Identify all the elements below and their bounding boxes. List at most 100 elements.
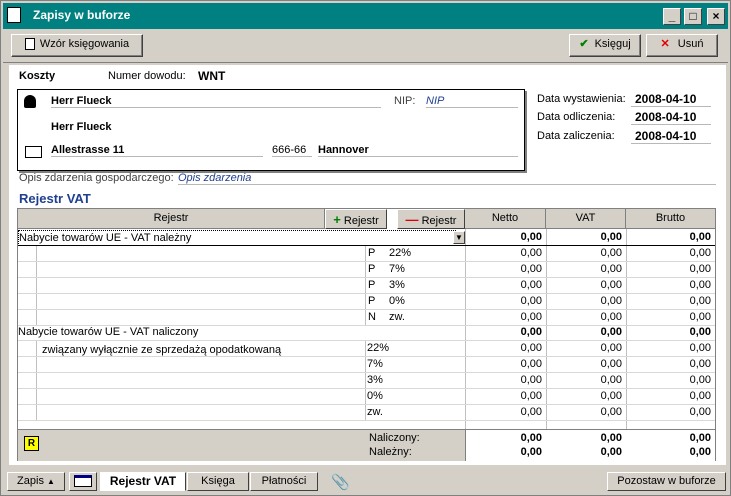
rate-cell: 3% xyxy=(389,279,405,291)
header-brutto: Brutto xyxy=(626,209,715,229)
rate-cell: 0% xyxy=(389,295,405,307)
netto-cell: 0,00 xyxy=(520,342,542,354)
header-vat: VAT xyxy=(546,209,626,229)
postal-field[interactable]: 666-66 xyxy=(272,144,312,157)
caret-up-icon: ▲ xyxy=(47,477,55,486)
rate-cell: 0% xyxy=(367,390,383,402)
flag-cell: P xyxy=(368,295,376,307)
vat-cell: 0,00 xyxy=(600,311,622,323)
nalezny-netto: 0,00 xyxy=(520,446,542,458)
table-row[interactable]: P 3% 0,00 0,00 0,00 xyxy=(18,278,715,294)
data-wystawienia-label: Data wystawienia: xyxy=(537,93,626,105)
g2-vat: 0,00 xyxy=(600,326,622,338)
add-rejestr-button[interactable]: + Rejestr xyxy=(325,209,387,229)
table-row[interactable]: 3% 0,00 0,00 0,00 xyxy=(18,373,715,389)
zapis-menu-button[interactable]: Zapis ▲ xyxy=(7,472,65,491)
vat-grid: Rejestr + Rejestr — Rejestr Netto VAT Br… xyxy=(17,208,716,461)
brutto-cell: 0,00 xyxy=(689,247,711,259)
table-row[interactable]: P 22% 0,00 0,00 0,00 xyxy=(18,246,715,262)
table-row[interactable]: 0% 0,00 0,00 0,00 xyxy=(18,389,715,405)
g1-vat: 0,00 xyxy=(600,231,622,243)
g1-brutto: 0,00 xyxy=(689,231,711,243)
vat-cell: 0,00 xyxy=(600,406,622,418)
table-row[interactable]: Nzw. 0,00 0,00 0,00 xyxy=(18,310,715,326)
rate-cell: 3% xyxy=(367,374,383,386)
netto-cell: 0,00 xyxy=(520,311,542,323)
netto-cell: 0,00 xyxy=(520,406,542,418)
flag-cell: P xyxy=(368,279,376,291)
zapis-label: Zapis xyxy=(17,475,44,487)
netto-cell: 0,00 xyxy=(520,295,542,307)
window-view-button[interactable] xyxy=(69,472,97,491)
table-row[interactable]: P 0% 0,00 0,00 0,00 xyxy=(18,294,715,310)
naliczony-label: Naliczony: xyxy=(369,432,420,444)
brutto-cell: 0,00 xyxy=(689,358,711,370)
table-row[interactable]: zw. 0,00 0,00 0,00 xyxy=(18,405,715,421)
brutto-cell: 0,00 xyxy=(689,390,711,402)
brutto-cell: 0,00 xyxy=(689,279,711,291)
vat-cell: 0,00 xyxy=(600,279,622,291)
wzor-ksiegowania-button[interactable]: Wzór księgowania xyxy=(11,34,143,57)
maximize-button[interactable]: □ xyxy=(684,8,702,25)
numer-dowodu-field[interactable]: WNT xyxy=(198,69,225,83)
table-row[interactable]: P 7% 0,00 0,00 0,00 xyxy=(18,262,715,278)
data-odliczenia-label: Data odliczenia: xyxy=(537,111,616,123)
nip-label: NIP: xyxy=(394,95,416,107)
nip-field[interactable]: NIP xyxy=(426,95,518,108)
numer-dowodu-label: Numer dowodu: xyxy=(108,70,186,82)
minimize-button[interactable]: _ xyxy=(663,8,681,25)
remove-rejestr-button[interactable]: — Rejestr xyxy=(397,209,465,229)
flag-cell: P xyxy=(368,247,376,259)
tab-platnosci[interactable]: Płatności xyxy=(250,472,318,491)
pozostaw-w-buforze-button[interactable]: Pozostaw w buforze xyxy=(607,472,726,491)
app-icon xyxy=(7,7,21,23)
city-field[interactable]: Hannover xyxy=(318,144,518,157)
header-netto: Netto xyxy=(465,209,546,229)
rate-cell: zw. xyxy=(367,406,383,418)
rejestr-select[interactable]: Nabycie towarów UE - VAT należny xyxy=(18,230,456,246)
data-zaliczenia-field[interactable]: 2008-04-10 xyxy=(631,129,711,144)
chevron-down-icon[interactable]: ▼ xyxy=(453,231,465,244)
table-row[interactable]: 7% 0,00 0,00 0,00 xyxy=(18,357,715,373)
netto-cell: 0,00 xyxy=(520,358,542,370)
brutto-cell: 0,00 xyxy=(689,342,711,354)
ksieguj-label: Księguj xyxy=(594,38,631,50)
usun-label: Usuń xyxy=(677,38,704,50)
tab-ksiega[interactable]: Księga xyxy=(187,472,249,491)
nalezny-brutto: 0,00 xyxy=(689,446,711,458)
data-odliczenia-field[interactable]: 2008-04-10 xyxy=(631,110,711,125)
opis-field[interactable]: Opis zdarzenia xyxy=(178,172,716,185)
paperclip-icon[interactable]: 📎 xyxy=(331,473,350,491)
r-badge[interactable]: R xyxy=(24,436,39,451)
usun-button[interactable]: ✕ Usuń xyxy=(646,34,718,57)
rate-cell: zw. xyxy=(389,311,405,323)
bottom-tab-bar: Zapis ▲ Rejestr VAT Księga Płatności 📎 P… xyxy=(3,469,728,493)
rejestr-vat-title: Rejestr VAT xyxy=(19,191,91,206)
close-button[interactable]: × xyxy=(707,8,725,25)
vat-cell: 0,00 xyxy=(600,374,622,386)
remove-rejestr-label: Rejestr xyxy=(421,215,457,227)
contractor-name1[interactable]: Herr Flueck xyxy=(51,95,381,108)
tab-rejestr-vat[interactable]: Rejestr VAT xyxy=(100,472,186,491)
flag-cell: P xyxy=(368,263,376,275)
minus-icon: — xyxy=(405,212,419,227)
netto-cell: 0,00 xyxy=(520,247,542,259)
g2-name: Nabycie towarów UE - VAT naliczony xyxy=(18,326,199,338)
table-row[interactable]: 22% 0,00 0,00 0,00 xyxy=(18,341,715,357)
table-row[interactable]: Nabycie towarów UE - VAT naliczony 0,00 … xyxy=(18,325,715,341)
brutto-cell: 0,00 xyxy=(689,263,711,275)
rate-cell: 7% xyxy=(389,263,405,275)
document-icon xyxy=(24,38,35,51)
ksieguj-button[interactable]: ✔ Księguj xyxy=(569,34,641,57)
street-field[interactable]: Allestrasse 11 xyxy=(51,144,263,157)
toolbar: Wzór księgowania ✔ Księguj ✕ Usuń xyxy=(3,31,728,63)
table-row[interactable]: Nabycie towarów UE - VAT należny ▼ 0,00 … xyxy=(18,230,715,246)
nalezny-vat: 0,00 xyxy=(600,446,622,458)
rate-cell: 7% xyxy=(367,358,383,370)
netto-cell: 0,00 xyxy=(520,374,542,386)
brutto-cell: 0,00 xyxy=(689,311,711,323)
data-wystawienia-field[interactable]: 2008-04-10 xyxy=(631,92,711,107)
category-label: Koszty xyxy=(19,70,56,82)
contractor-name2[interactable]: Herr Flueck xyxy=(51,121,112,133)
rate-cell: 22% xyxy=(389,247,412,259)
